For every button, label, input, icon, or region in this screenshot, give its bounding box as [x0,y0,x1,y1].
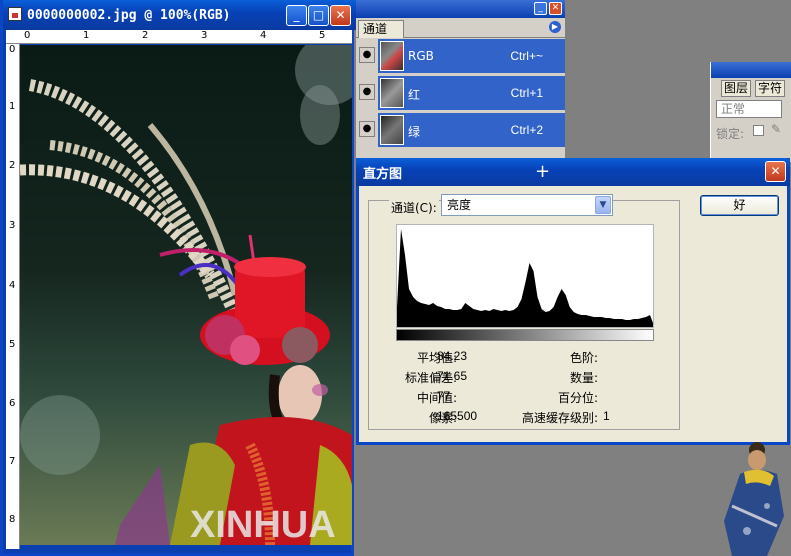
ruler-number: 1 [9,101,16,112]
channel-row-main[interactable]: RGB Ctrl+~ [378,39,565,73]
document-title: 0000000002.jpg @ 100%(RGB) [27,7,231,23]
minimize-button[interactable]: _ [286,5,307,26]
stat-value: 165500 [437,409,478,423]
channel-row-main[interactable]: 绿 Ctrl+2 [378,113,565,147]
channels-panel: _ ✕ 通道 ▶ ● RGB Ctrl+~ ● 红 Ctrl+1 ● 绿 Ctr… [356,0,565,160]
channel-thumbnail [380,115,404,145]
channel-row-green[interactable]: ● 绿 Ctrl+2 [356,112,565,148]
channel-shortcut: Ctrl+2 [510,123,543,137]
ruler-number: 2 [9,160,16,171]
stat-value: 84.23 [437,349,468,363]
stat-value: 1 [603,409,610,423]
channel-shortcut: Ctrl+~ [510,49,543,63]
luminance-gradient-bar [396,329,654,341]
stat-label: 高速缓存级别: [521,411,598,425]
visibility-eye-icon[interactable]: ● [359,84,375,100]
panel-minimize-button[interactable]: _ [534,2,547,15]
ok-button[interactable]: 好 [700,195,779,216]
ruler-number: 5 [319,30,326,41]
channel-row-rgb[interactable]: ● RGB Ctrl+~ [356,38,565,74]
lock-brush-icon[interactable]: ✎ [771,122,781,136]
ruler-number: 6 [9,398,16,409]
lock-transparency-checkbox[interactable] [753,125,764,136]
stat-value: 71.65 [437,369,468,383]
stat-label: 数量: [569,371,598,385]
channel-select-value: 亮度 [447,198,472,212]
channel-label: 通道(C): [389,199,439,216]
channel-name: RGB [408,49,434,63]
horizontal-ruler: 0 1 2 3 4 5 [6,30,352,44]
ruler-number: 5 [9,339,16,350]
channel-thumbnail [380,78,404,108]
document-canvas-photo[interactable]: XINHUA [20,45,352,545]
ruler-number: 8 [9,514,16,525]
panel-close-button[interactable]: ✕ [549,2,562,15]
tab-character[interactable]: 字符 [755,80,786,97]
ruler-number: 4 [9,280,16,291]
ruler-number: 1 [83,30,90,41]
channel-row-red[interactable]: ● 红 Ctrl+1 [356,75,565,111]
vertical-ruler: 0 1 2 3 4 5 6 7 8 [6,44,20,549]
layers-panel-titlebar[interactable] [711,62,791,78]
dialog-close-button[interactable]: ✕ [765,161,786,182]
ruler-number: 7 [9,456,16,467]
stat-label: 百分位: [557,391,598,405]
ruler-number: 3 [201,30,208,41]
crosshair-cursor-icon: + [535,161,551,182]
cartoon-figure-illustration [724,442,784,556]
panel-menu-arrow-icon[interactable]: ▶ [549,21,561,33]
photo-watermark: XINHUA [190,504,336,545]
close-button[interactable]: ✕ [330,5,351,26]
ruler-number: 0 [9,44,16,55]
ruler-number: 3 [9,220,16,231]
tab-channels[interactable]: 通道 [358,20,404,38]
stat-value: 77 [437,389,451,403]
channel-select[interactable]: 亮度 ▼ [441,194,613,216]
visibility-eye-icon[interactable]: ● [359,47,375,63]
blend-mode-select[interactable]: 正常 [716,100,782,118]
channel-name: 绿 [408,125,421,139]
ruler-number: 2 [142,30,149,41]
dialog-title: 直方图 [363,166,403,182]
histogram-svg [397,229,653,327]
ruler-number: 0 [24,30,31,41]
histogram-chart[interactable] [396,224,654,328]
channels-panel-titlebar[interactable]: _ ✕ [356,0,565,18]
channel-row-main[interactable]: 红 Ctrl+1 [378,76,565,110]
fashion-model-photo: XINHUA [20,45,352,545]
ruler-number: 4 [260,30,267,41]
histogram-area [397,229,653,327]
stat-label: 色阶: [569,351,598,365]
photoshop-document-icon [8,7,22,21]
chevron-down-icon[interactable]: ▼ [595,196,611,214]
visibility-eye-icon[interactable]: ● [359,121,375,137]
maximize-button[interactable]: □ [308,5,329,26]
channel-name: 红 [408,88,421,102]
document-window: 0000000002.jpg @ 100%(RGB) _ □ ✕ 0 1 2 3… [0,0,357,556]
histogram-dialog: 直方图 + ✕ 通道(C): 亮度 ▼ 平均值: 84.23 标准偏差: 71.… [356,158,790,445]
layers-panel: 图层 字符 正常 锁定: ✎ [710,62,791,162]
channels-tab-strip: 通道 ▶ [356,18,565,38]
channel-shortcut: Ctrl+1 [510,86,543,100]
channel-thumbnail [380,41,404,71]
lock-label: 锁定: [716,127,745,141]
tab-layers[interactable]: 图层 [721,80,752,97]
histogram-titlebar[interactable]: 直方图 + [356,158,790,186]
